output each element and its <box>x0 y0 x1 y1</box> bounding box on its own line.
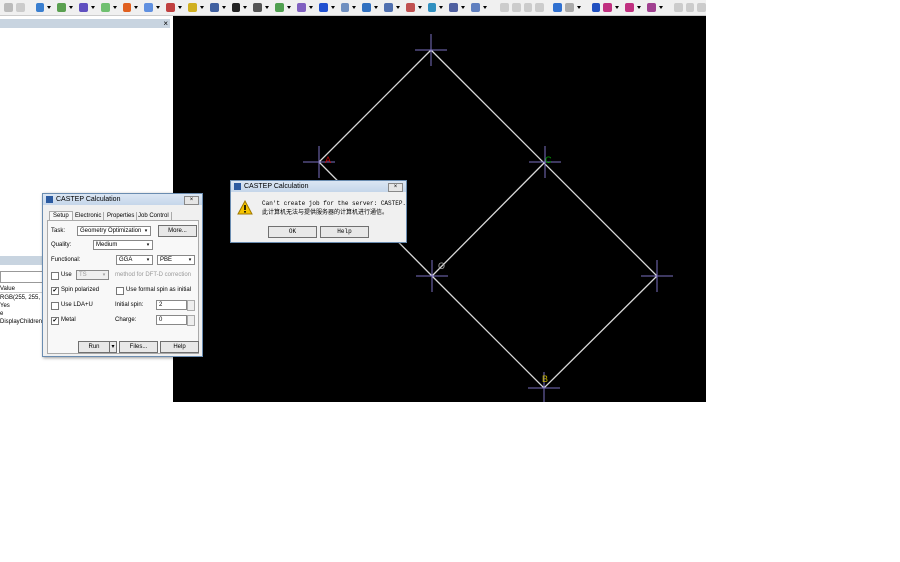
initial-spin-input[interactable]: 2 <box>156 300 187 310</box>
tab-setup[interactable]: Setup <box>49 211 73 220</box>
dftd-text: method for DFT-D correction <box>115 272 192 278</box>
toolbar-icon[interactable] <box>296 3 306 12</box>
dialog-titlebar: CASTEP Calculation × <box>43 194 202 205</box>
help-button[interactable]: Help <box>160 341 199 353</box>
lda-u-label: Use LDA+U <box>61 302 93 308</box>
toolbar-icon[interactable] <box>362 3 372 12</box>
atom-label-c: C <box>545 155 552 165</box>
ok-button[interactable]: OK <box>268 226 317 238</box>
property-value[interactable]: Yes <box>0 303 10 309</box>
toolbar-icon[interactable] <box>625 3 634 12</box>
quality-select[interactable]: Medium ▾ <box>93 240 153 250</box>
help-button[interactable]: Help <box>320 226 369 238</box>
functional-label: Functional: <box>51 257 81 263</box>
toolbar-icon[interactable] <box>647 3 656 12</box>
toolbar-icon[interactable] <box>384 3 393 12</box>
toolbar-icon[interactable] <box>673 3 683 12</box>
formal-spin-label: Use formal spin as initial <box>126 287 192 293</box>
cell-edge <box>431 161 546 277</box>
toolbar-icon[interactable] <box>685 3 695 12</box>
files-button[interactable]: Files... <box>119 341 158 353</box>
tab-job-control[interactable]: Job Control <box>136 212 172 220</box>
toolbar-icon[interactable] <box>188 3 197 12</box>
app-icon <box>234 183 241 190</box>
toolbar-icon[interactable] <box>553 3 562 12</box>
initial-spin-label: Initial spin: <box>115 302 144 308</box>
property-value[interactable]: e <box>0 311 3 317</box>
toolbar-icon[interactable] <box>591 3 601 12</box>
more-button[interactable]: More... <box>158 225 197 237</box>
toolbar-icon[interactable] <box>253 3 263 12</box>
toolbar-icon[interactable] <box>523 3 533 12</box>
tab-electronic[interactable]: Electronic <box>73 212 105 220</box>
charge-input[interactable]: 0 <box>156 315 187 325</box>
close-icon[interactable]: × <box>163 19 168 28</box>
dialog-title: CASTEP Calculation <box>56 196 121 203</box>
toolbar <box>0 0 707 16</box>
functional-sub-select[interactable]: PBE ▾ <box>157 255 195 265</box>
toolbar-icon[interactable] <box>275 3 284 12</box>
toolbar-icon[interactable] <box>564 3 574 12</box>
toolbar-icon[interactable] <box>15 3 25 12</box>
toolbar-icon[interactable] <box>340 3 350 12</box>
toolbar-icon[interactable] <box>79 3 88 12</box>
toolbar-icon[interactable] <box>511 3 521 12</box>
atom-label-b: B <box>542 374 548 384</box>
toolbar-icon[interactable] <box>100 3 110 12</box>
toolbar-icon[interactable] <box>603 3 613 12</box>
toolbar-icon[interactable] <box>57 3 67 12</box>
dialog-titlebar: CASTEP Calculation × <box>231 181 406 192</box>
toolbar-icon[interactable] <box>318 3 328 12</box>
warning-icon <box>237 200 253 215</box>
functional-select[interactable]: GGA ▾ <box>116 255 153 265</box>
toolbar-icon[interactable] <box>535 3 545 12</box>
initial-spin-spinner[interactable] <box>187 300 195 311</box>
metal-label: Metal <box>61 317 76 323</box>
task-label: Task: <box>51 228 66 234</box>
tab-properties[interactable]: Properties <box>105 212 138 220</box>
atom-label-o: O <box>438 261 445 271</box>
toolbar-icon[interactable] <box>427 3 437 12</box>
use-label: Use <box>61 272 72 278</box>
toolbar-icon[interactable] <box>144 3 154 12</box>
atom-label-a: A <box>325 155 331 165</box>
charge-spinner[interactable] <box>187 315 195 326</box>
close-button[interactable]: × <box>388 183 403 192</box>
spin-polarized-label: Spin polarized <box>61 287 100 293</box>
task-select[interactable]: Geometry Optimization ▾ <box>77 226 151 236</box>
close-button[interactable]: × <box>184 196 199 205</box>
dialog-title: CASTEP Calculation <box>244 183 309 190</box>
toolbar-icon[interactable] <box>499 3 509 12</box>
lda-u-checkbox[interactable] <box>51 302 59 310</box>
toolbar-icon[interactable] <box>697 3 707 12</box>
spin-polarized-checkbox[interactable]: ✔ <box>51 287 59 295</box>
dftd-method-select[interactable]: TS ▾ <box>76 270 109 280</box>
panel-header <box>0 19 170 28</box>
toolbar-icon[interactable] <box>405 3 415 12</box>
toolbar-icon[interactable] <box>209 3 219 12</box>
app-icon <box>46 196 53 203</box>
error-message-line1: Can't create job for the server: CASTEP. <box>262 200 407 207</box>
quality-label: Quality: <box>51 242 72 248</box>
toolbar-icon[interactable] <box>166 3 176 12</box>
toolbar-icon[interactable] <box>4 3 13 12</box>
toolbar-icon[interactable] <box>449 3 459 12</box>
toolbar-icon[interactable] <box>471 3 480 12</box>
run-button[interactable]: Run <box>78 341 110 353</box>
property-value[interactable]: DisplayChildren <box>0 319 42 325</box>
toolbar-icon[interactable] <box>35 3 45 12</box>
run-dropdown-button[interactable]: ▾ <box>109 341 117 353</box>
toolbar-icon[interactable] <box>122 3 132 12</box>
use-dftd-checkbox[interactable] <box>51 272 59 280</box>
toolbar-icon[interactable] <box>231 3 241 12</box>
error-dialog: CASTEP Calculation × Can't create job fo… <box>230 180 407 243</box>
castep-calculation-dialog: CASTEP Calculation × Setup Electronic Pr… <box>42 193 203 357</box>
formal-spin-checkbox[interactable] <box>116 287 124 295</box>
error-message-line2: 此计算机无法与提供服务器的计算机进行通信。 <box>262 210 389 216</box>
charge-label: Charge: <box>115 317 137 323</box>
metal-checkbox[interactable]: ✔ <box>51 317 59 325</box>
